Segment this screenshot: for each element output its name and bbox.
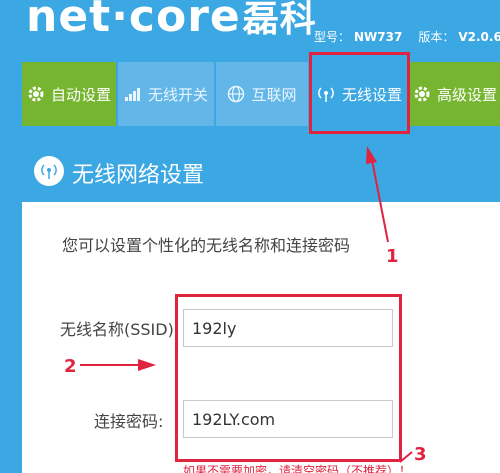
annotation-highlight-form [175, 294, 402, 462]
annotation-highlight-nav [309, 52, 410, 134]
panel-title: 无线网络设置 [72, 163, 205, 188]
gear-icon [413, 85, 431, 103]
nav-auto-setup[interactable]: 自动设置 [22, 62, 116, 126]
annotation-number-1: 1 [386, 246, 399, 267]
panel-title-bar: 无线网络设置 [22, 140, 500, 202]
version-value: V2.0.649 [458, 30, 500, 44]
logo-cn: 磊科 [242, 0, 317, 40]
annotation-number-3: 3 [414, 444, 427, 465]
model-value: NW737 [354, 30, 403, 44]
password-label-text: 连接密码 [94, 412, 159, 431]
model-label: 型号： [314, 30, 351, 44]
device-info: 型号：NW737 版本：V2.0.649 [314, 28, 500, 45]
logo: net·core磊科 [26, 0, 317, 42]
version-label: 版本： [418, 30, 455, 44]
nav-internet[interactable]: 互联网 [216, 62, 308, 126]
header: net·core磊科 型号：NW737 版本：V2.0.649 [0, 0, 500, 52]
nav-advanced-settings[interactable]: 高级设置 [410, 62, 500, 126]
ssid-label: 无线名称(SSID): [60, 320, 180, 339]
nav-internet-label: 互联网 [251, 85, 297, 104]
ssid-label-text: 无线名称(SSID) [60, 320, 174, 339]
nav-wireless-switch-label: 无线开关 [147, 85, 208, 104]
main-nav: 自动设置 无线开关 互联网 无线设置 高级设置 [0, 58, 500, 128]
panel-description: 您可以设置个性化的无线名称和连接密码 [62, 236, 351, 255]
password-note: 如果不需要加密，请清空密码（不推荐）！ [183, 464, 412, 473]
nav-advanced-settings-label: 高级设置 [436, 85, 497, 104]
gear-icon [27, 85, 45, 103]
annotation-number-2: 2 [64, 356, 77, 377]
nav-auto-setup-label: 自动设置 [50, 85, 111, 104]
logo-text: net·core [26, 0, 241, 42]
wireless-settings-panel: 无线网络设置 您可以设置个性化的无线名称和连接密码 无线名称(SSID): 连接… [22, 140, 500, 473]
wifi-antenna-icon [34, 156, 64, 186]
globe-icon [227, 85, 245, 103]
signal-bars-icon [124, 86, 142, 102]
password-label: 连接密码: [94, 412, 164, 431]
nav-wireless-switch[interactable]: 无线开关 [118, 62, 214, 126]
